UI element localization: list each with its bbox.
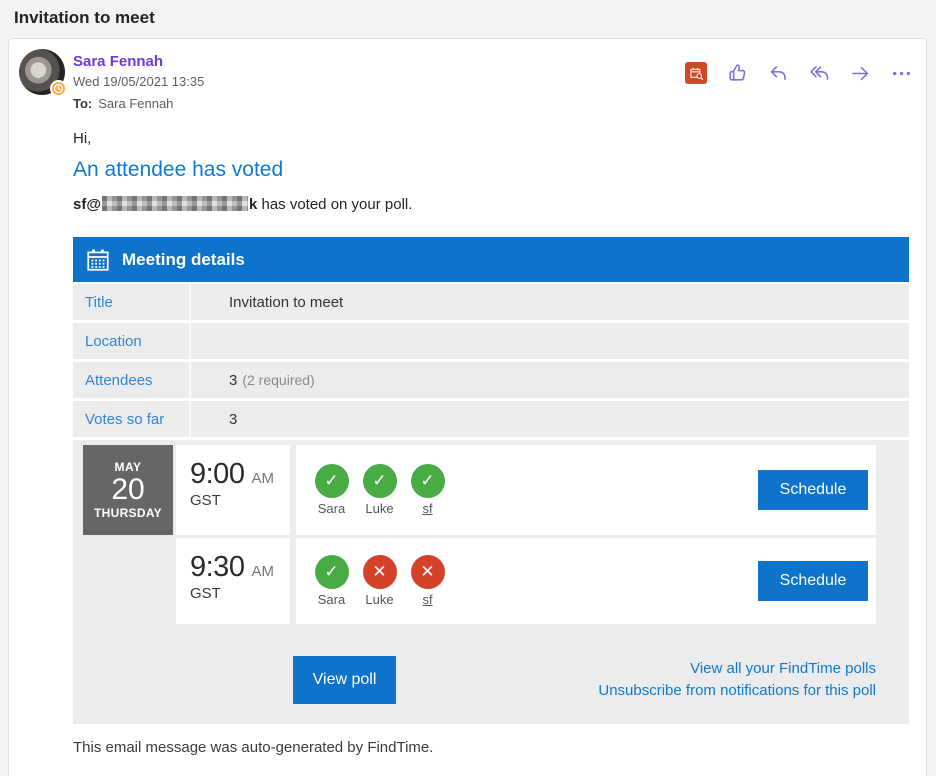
slot-row: Sara Luke sf Schedule xyxy=(296,445,876,535)
vote-chip-group: Sara Luke sf xyxy=(314,555,445,607)
row-value: 3 xyxy=(189,401,909,437)
voted-heading: An attendee has voted xyxy=(73,158,283,182)
voted-line-rest: has voted on your poll. xyxy=(257,196,412,213)
reply-all-icon[interactable] xyxy=(808,62,830,84)
vote-item: Luke xyxy=(362,464,397,516)
reading-pane-subject-bar: Invitation to meet xyxy=(0,0,936,36)
slot-time: 9:00 xyxy=(190,458,244,490)
recipient-name[interactable]: Sara Fennah xyxy=(98,96,173,111)
row-value: Invitation to meet xyxy=(189,284,909,320)
email-subject-title: Invitation to meet xyxy=(14,8,155,28)
unsubscribe-link[interactable]: Unsubscribe from notifications for this … xyxy=(598,680,876,702)
meeting-row-attendees: Attendees 3(2 required) xyxy=(73,362,909,398)
voter-email-prefix: sf@ xyxy=(73,196,101,213)
vote-item: Luke xyxy=(362,555,397,607)
vote-item: Sara xyxy=(314,464,349,516)
voter-name: Sara xyxy=(314,592,349,607)
vote-yes-icon xyxy=(411,464,445,498)
slot-meridiem: AM xyxy=(251,470,274,487)
slot-weekday: THURSDAY xyxy=(94,506,162,520)
sender-name[interactable]: Sara Fennah xyxy=(73,53,163,70)
to-label: To: xyxy=(73,96,92,111)
voter-name: Sara xyxy=(314,501,349,516)
voter-name: Luke xyxy=(362,501,397,516)
voter-name-link[interactable]: sf xyxy=(410,501,445,516)
vote-yes-icon xyxy=(363,464,397,498)
voter-name-link[interactable]: sf xyxy=(410,592,445,607)
clock-icon xyxy=(53,83,64,94)
slot-date-card: MAY 20 THURSDAY xyxy=(83,445,173,535)
message-actions-toolbar xyxy=(685,62,912,84)
footer-links: View all your FindTime polls Unsubscribe… xyxy=(598,658,909,702)
schedule-button[interactable]: Schedule xyxy=(758,561,868,601)
redacted-email-domain xyxy=(102,196,248,211)
view-poll-button[interactable]: View poll xyxy=(293,656,396,704)
vote-yes-icon xyxy=(315,555,349,589)
vote-no-icon xyxy=(411,555,445,589)
view-all-polls-link[interactable]: View all your FindTime polls xyxy=(598,658,876,680)
slot-time-card: 9:30 AM GST xyxy=(176,538,290,624)
calendar-icon xyxy=(85,247,111,273)
auto-generated-note: This email message was auto-generated by… xyxy=(73,739,433,756)
slot-time-card: 9:00 AM GST xyxy=(176,445,290,535)
row-note: (2 required) xyxy=(242,372,314,388)
sent-timestamp: Wed 19/05/2021 13:35 xyxy=(73,74,204,89)
row-value xyxy=(189,323,909,359)
vote-yes-icon xyxy=(315,464,349,498)
poll-slots-section: MAY 20 THURSDAY 9:00 AM GST Sara xyxy=(73,440,909,724)
schedule-button[interactable]: Schedule xyxy=(758,470,868,510)
meeting-details-header: Meeting details xyxy=(73,237,909,282)
vote-item: Sara xyxy=(314,555,349,607)
findtime-addin-icon[interactable] xyxy=(685,62,707,84)
slot-month: MAY xyxy=(114,460,141,474)
slot-day: 20 xyxy=(111,474,144,506)
forward-icon[interactable] xyxy=(849,62,871,84)
panel-footer: View poll View all your FindTime polls U… xyxy=(73,656,909,704)
voted-line: sf@k has voted on your poll. xyxy=(73,196,412,213)
like-icon[interactable] xyxy=(726,62,748,84)
row-label[interactable]: Attendees xyxy=(73,372,189,389)
presence-away-badge xyxy=(50,80,67,97)
meeting-row-votes: Votes so far 3 xyxy=(73,401,909,437)
sender-avatar[interactable] xyxy=(19,49,65,95)
row-label[interactable]: Location xyxy=(73,333,189,350)
meeting-row-location: Location xyxy=(73,323,909,359)
slot-list: MAY 20 THURSDAY 9:00 AM GST Sara xyxy=(73,445,909,624)
more-actions-icon[interactable] xyxy=(890,62,912,84)
reply-icon[interactable] xyxy=(767,62,789,84)
vote-no-icon xyxy=(363,555,397,589)
voter-name: Luke xyxy=(362,592,397,607)
email-message-card: Sara Fennah Wed 19/05/2021 13:35 To: Sara… xyxy=(8,38,927,776)
row-value: 3(2 required) xyxy=(189,362,909,398)
slot-row: Sara Luke sf Schedule xyxy=(296,538,876,624)
vote-item: sf xyxy=(410,555,445,607)
row-label[interactable]: Title xyxy=(73,294,189,311)
recipient-line: To: Sara Fennah xyxy=(73,96,173,111)
slot-timezone: GST xyxy=(190,492,290,509)
slot-meridiem: AM xyxy=(251,563,274,580)
findtime-panel: Meeting details Title Invitation to meet… xyxy=(73,237,909,724)
greeting-text: Hi, xyxy=(73,130,91,147)
row-label[interactable]: Votes so far xyxy=(73,411,189,428)
meeting-row-title: Title Invitation to meet xyxy=(73,284,909,320)
slot-timezone: GST xyxy=(190,585,290,602)
slot-time: 9:30 xyxy=(190,551,244,583)
vote-chip-group: Sara Luke sf xyxy=(314,464,445,516)
vote-item: sf xyxy=(410,464,445,516)
meeting-details-title: Meeting details xyxy=(122,250,245,270)
